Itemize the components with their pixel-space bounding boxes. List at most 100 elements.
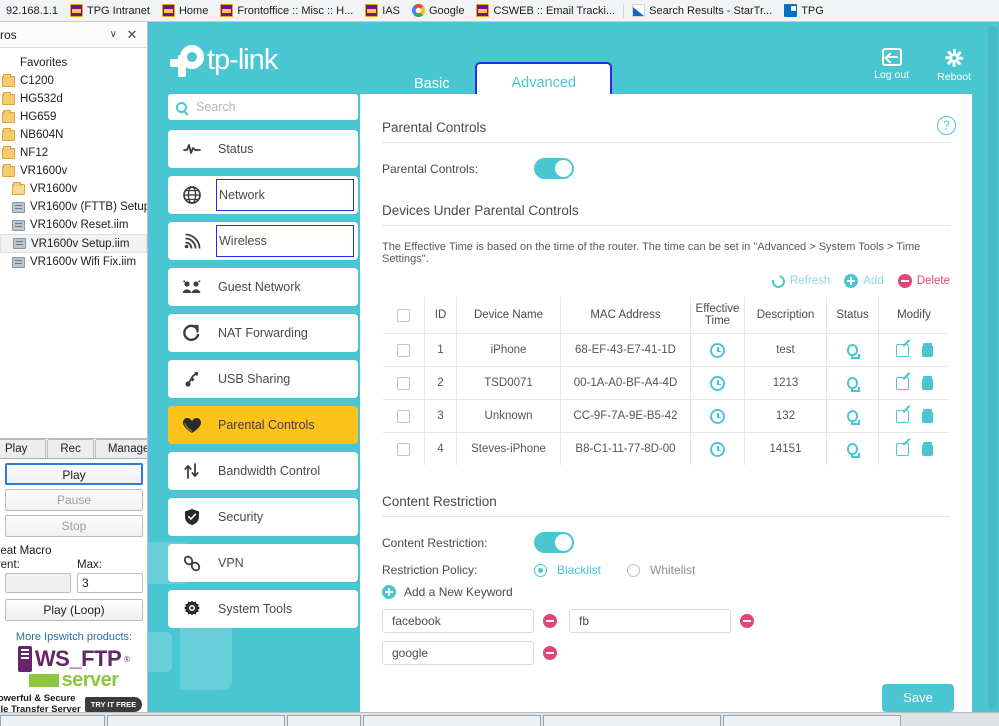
clock-icon[interactable] <box>710 408 725 424</box>
tree-item-label: NF12 <box>20 147 49 159</box>
edit-icon[interactable] <box>895 343 909 357</box>
delete-button[interactable]: Delete <box>897 274 950 288</box>
search-input[interactable] <box>194 99 350 115</box>
usb-icon <box>182 370 202 388</box>
star-favicon-icon <box>632 4 646 17</box>
tree-item-vr1600v-reset[interactable]: VR1600v Reset.iim <box>0 216 147 234</box>
tree-item-hg532d[interactable]: HG532d <box>0 90 147 108</box>
bookmark-tpg-intranet[interactable]: TPG Intranet <box>64 1 156 21</box>
radio-whitelist[interactable] <box>627 563 641 577</box>
bookmark-csweb[interactable]: CSWEB :: Email Tracki... <box>470 1 621 21</box>
taskbar-item[interactable] <box>287 715 361 726</box>
link-icon <box>182 555 202 572</box>
taskbar-item[interactable] <box>107 715 285 726</box>
reboot-button[interactable]: Reboot <box>937 48 971 83</box>
edit-icon[interactable] <box>895 409 909 423</box>
keyword-input[interactable] <box>569 609 731 633</box>
taskbar-item[interactable] <box>363 715 541 726</box>
trash-icon[interactable] <box>921 375 933 390</box>
tree-item-nb604n[interactable]: NB604N <box>0 126 147 144</box>
remove-keyword-icon[interactable] <box>543 646 557 660</box>
stop-button[interactable]: Stop <box>5 515 143 537</box>
sidebar-item-guest-network[interactable]: Guest Network <box>168 268 358 306</box>
bulb-icon[interactable] <box>847 442 860 458</box>
tab-play[interactable]: Play <box>0 439 47 458</box>
sidebar-item-nat-forwarding[interactable]: NAT Forwarding <box>168 314 358 352</box>
page-scrollbar[interactable] <box>988 26 997 708</box>
bookmark-frontoffice[interactable]: Frontoffice :: Misc :: H... <box>214 1 359 21</box>
radio-blacklist[interactable] <box>534 563 547 577</box>
taskbar-item[interactable] <box>723 715 901 726</box>
bookmark-ias[interactable]: IAS <box>359 1 406 21</box>
help-icon[interactable]: ? <box>937 116 956 135</box>
play-loop-button[interactable]: Play (Loop) <box>5 599 143 621</box>
bookmark-tpg-outlook[interactable]: TPG <box>778 1 830 21</box>
close-icon[interactable]: ✕ <box>123 27 141 43</box>
sidebar-item-status[interactable]: Status <box>168 130 358 168</box>
sidebar-item-vpn[interactable]: VPN <box>168 544 358 582</box>
remove-keyword-icon[interactable] <box>543 614 557 628</box>
trash-icon[interactable] <box>921 342 933 357</box>
keyword-input[interactable] <box>382 641 534 665</box>
sidebar-item-usb-sharing[interactable]: USB Sharing <box>168 360 358 398</box>
tree-item-nf12[interactable]: NF12 <box>0 144 147 162</box>
row-checkbox[interactable] <box>397 376 410 390</box>
cell-modify <box>878 333 949 367</box>
sidebar-item-security[interactable]: Security <box>168 498 358 536</box>
bookmark-url-text[interactable]: 92.168.1.1 <box>2 5 64 17</box>
clock-icon[interactable] <box>710 342 725 358</box>
tab-manage[interactable]: Manage <box>94 439 147 458</box>
logout-button[interactable]: Log out <box>874 48 909 83</box>
content-restriction-toggle[interactable] <box>534 532 574 553</box>
sidebar-item-network[interactable]: Network <box>168 176 358 214</box>
search-box[interactable] <box>168 94 358 120</box>
bookmark-google[interactable]: Google <box>406 1 470 21</box>
tree-item-vr1600v-setup[interactable]: VR1600v Setup.iim <box>0 234 147 253</box>
sidebar-item-parental-controls[interactable]: Parental Controls <box>168 406 358 444</box>
tree-item-vr1600v-wifi-fix[interactable]: VR1600v Wifi Fix.iim <box>0 253 147 271</box>
parental-controls-toggle[interactable] <box>534 158 574 179</box>
clock-icon[interactable] <box>710 441 725 457</box>
row-checkbox[interactable] <box>397 442 410 456</box>
play-button[interactable]: Play <box>5 463 143 485</box>
select-all-checkbox[interactable] <box>397 308 410 322</box>
max-input[interactable] <box>77 573 143 593</box>
tree-item-vr1600v-open[interactable]: VR1600v <box>0 180 147 198</box>
sidebar-item-system-tools[interactable]: System Tools <box>168 590 358 628</box>
current-input[interactable] <box>5 573 71 593</box>
refresh-button[interactable]: Refresh <box>769 272 830 290</box>
tree-item-c1200[interactable]: C1200 <box>0 72 147 90</box>
sidebar-item-bandwidth-control[interactable]: Bandwidth Control <box>168 452 358 490</box>
add-button[interactable]: Add <box>844 274 884 288</box>
chevron-down-icon[interactable]: ∨ <box>110 29 117 40</box>
macro-tree: Favorites C1200 HG532d HG659 NB604N NF12 <box>0 48 147 271</box>
bulb-icon[interactable] <box>847 343 860 359</box>
edit-icon[interactable] <box>895 442 909 456</box>
tree-item-hg659[interactable]: HG659 <box>0 108 147 126</box>
taskbar-item[interactable] <box>0 715 105 726</box>
trash-icon[interactable] <box>921 441 933 456</box>
taskbar-item[interactable] <box>543 715 721 726</box>
row-checkbox[interactable] <box>397 343 410 357</box>
tree-item-vr1600v-fttb-setup[interactable]: VR1600v (FTTB) Setup.iim <box>0 198 147 216</box>
tab-rec[interactable]: Rec <box>47 439 94 458</box>
try-it-free-button[interactable]: TRY IT FREE <box>84 696 143 712</box>
tree-item-vr1600v-folder[interactable]: VR1600v <box>0 162 147 180</box>
row-checkbox[interactable] <box>397 409 410 423</box>
pause-button[interactable]: Pause <box>5 489 143 511</box>
ipswitch-ad[interactable]: More Ipswitch products: WS_FTP ® server … <box>0 625 147 715</box>
remove-keyword-icon[interactable] <box>740 614 754 628</box>
save-button[interactable]: Save <box>882 684 954 712</box>
bookmark-home[interactable]: Home <box>156 1 214 21</box>
keyword-input[interactable] <box>382 609 534 633</box>
add-keyword-button[interactable]: Add a New Keyword <box>382 585 950 599</box>
clock-icon[interactable] <box>710 375 725 391</box>
trash-icon[interactable] <box>921 408 933 423</box>
edit-icon[interactable] <box>895 376 909 390</box>
bulb-icon[interactable] <box>847 376 860 392</box>
server-tower-icon <box>17 646 32 672</box>
bulb-icon[interactable] <box>847 409 860 425</box>
bookmark-label: Home <box>178 4 209 17</box>
bookmark-search-results[interactable]: Search Results - StarTr... <box>626 1 778 21</box>
sidebar-item-wireless[interactable]: Wireless <box>168 222 358 260</box>
